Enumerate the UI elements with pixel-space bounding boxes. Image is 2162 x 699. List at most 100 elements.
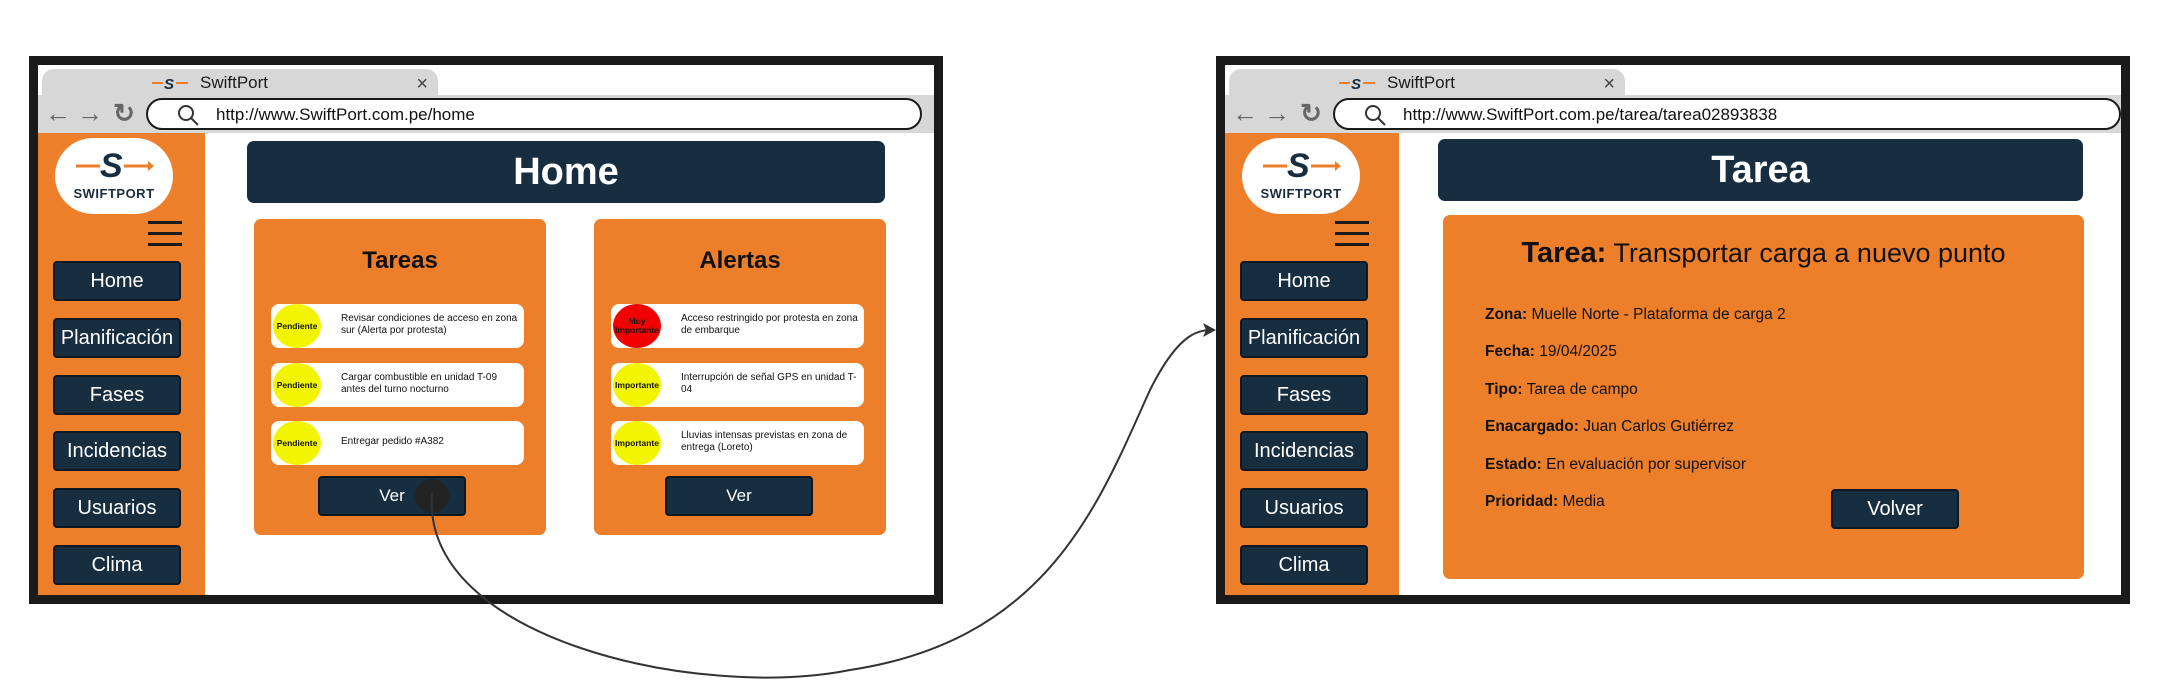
field-label: Fecha: bbox=[1485, 343, 1535, 360]
search-icon bbox=[1365, 105, 1386, 126]
field-label: Estado: bbox=[1485, 456, 1542, 473]
browser-tab[interactable]: S SwiftPort × bbox=[42, 69, 438, 97]
list-item[interactable]: Muy Importante Acceso restringido por pr… bbox=[611, 304, 864, 348]
hamburger-menu-icon[interactable] bbox=[148, 221, 182, 247]
status-badge: Pendiente bbox=[273, 363, 321, 407]
item-text: Interrupción de señal GPS en unidad T-04 bbox=[681, 372, 857, 395]
browser-window-tarea: S SwiftPort × ← → ↻ http://www.SwiftPort… bbox=[1216, 56, 2130, 604]
field-value: 19/04/2025 bbox=[1539, 343, 1617, 360]
hamburger-menu-icon[interactable] bbox=[1335, 221, 1369, 247]
swiftport-logo-icon: S bbox=[1263, 147, 1341, 182]
tarea-detail-card: Tarea: Transportar carga a nuevo punto Z… bbox=[1443, 215, 2084, 579]
close-icon[interactable]: × bbox=[416, 73, 428, 96]
sidebar-item-incidencias[interactable]: Incidencias bbox=[1240, 431, 1368, 471]
sidebar-item-clima[interactable]: Clima bbox=[53, 545, 181, 585]
field-value: Media bbox=[1562, 493, 1605, 510]
detail-title-label: Tarea: bbox=[1521, 237, 1607, 269]
swiftport-logo[interactable]: S SWIFTPORT bbox=[1242, 138, 1360, 214]
list-item[interactable]: Pendiente Revisar condiciones de acceso … bbox=[271, 304, 524, 348]
browser-toolbar: ← → ↻ http://www.SwiftPort.com.pe/home bbox=[38, 95, 934, 133]
status-badge: Muy Importante bbox=[613, 304, 661, 348]
field-value: En evaluación por supervisor bbox=[1546, 456, 1747, 473]
click-indicator bbox=[415, 479, 449, 513]
field-value: Muelle Norte - Plataforma de carga 2 bbox=[1531, 306, 1786, 323]
status-badge: Importante bbox=[613, 421, 661, 465]
field-tipo: Tipo: Tarea de campo bbox=[1485, 381, 1638, 399]
field-encargado: Enacargado: Juan Carlos Gutiérrez bbox=[1485, 418, 1734, 436]
swiftport-logo[interactable]: S SWIFTPORT bbox=[55, 138, 173, 214]
field-label: Zona: bbox=[1485, 306, 1528, 323]
field-estado: Estado: En evaluación por supervisor bbox=[1485, 456, 1746, 474]
forward-arrow-icon[interactable]: → bbox=[1263, 99, 1291, 127]
list-item[interactable]: Pendiente Cargar combustible en unidad T… bbox=[271, 363, 524, 407]
alertas-ver-button[interactable]: Ver bbox=[665, 476, 813, 516]
field-value: Juan Carlos Gutiérrez bbox=[1583, 418, 1734, 435]
search-icon bbox=[178, 105, 199, 126]
status-badge: Pendiente bbox=[273, 304, 321, 348]
volver-button[interactable]: Volver bbox=[1831, 489, 1959, 529]
field-value: Tarea de campo bbox=[1526, 381, 1638, 398]
list-item[interactable]: Importante Interrupción de señal GPS en … bbox=[611, 363, 864, 407]
tab-title: SwiftPort bbox=[1387, 73, 1456, 92]
sidebar: S SWIFTPORT Home Planificación Fases Inc… bbox=[38, 133, 205, 595]
sidebar-item-home[interactable]: Home bbox=[53, 261, 181, 301]
item-text: Lluvias intensas previstas en zona de en… bbox=[681, 430, 848, 453]
forward-arrow-icon[interactable]: → bbox=[76, 99, 104, 127]
sidebar-item-usuarios[interactable]: Usuarios bbox=[1240, 488, 1368, 528]
swiftport-tab-logo-icon: S bbox=[152, 76, 188, 91]
svg-text:S: S bbox=[164, 76, 174, 91]
sidebar-item-home[interactable]: Home bbox=[1240, 261, 1368, 301]
sidebar-item-clima[interactable]: Clima bbox=[1240, 545, 1368, 585]
alertas-title: Alertas bbox=[699, 247, 781, 274]
logo-text: SWIFTPORT bbox=[1260, 186, 1342, 201]
status-badge: Importante bbox=[613, 363, 661, 407]
item-text: Acceso restringido por protesta en zona … bbox=[681, 313, 858, 336]
sidebar-item-planificacion[interactable]: Planificación bbox=[53, 318, 181, 358]
address-bar[interactable]: http://www.SwiftPort.com.pe/home bbox=[146, 98, 922, 130]
browser-window-home: S SwiftPort × ← → ↻ http://www.SwiftPort… bbox=[29, 56, 943, 604]
svg-text:S: S bbox=[100, 147, 123, 182]
page-title: Home bbox=[247, 141, 885, 203]
browser-toolbar: ← → ↻ http://www.SwiftPort.com.pe/tarea/… bbox=[1225, 95, 2121, 133]
sidebar: S SWIFTPORT Home Planificación Fases Inc… bbox=[1225, 133, 1399, 595]
svg-text:S: S bbox=[1287, 147, 1310, 182]
sidebar-item-incidencias[interactable]: Incidencias bbox=[53, 431, 181, 471]
item-text: Revisar condiciones de acceso en zona su… bbox=[341, 313, 518, 336]
sidebar-item-usuarios[interactable]: Usuarios bbox=[53, 488, 181, 528]
swiftport-logo-icon: S bbox=[76, 147, 154, 182]
tab-title: SwiftPort bbox=[200, 73, 269, 92]
item-text: Entregar pedido #A382 bbox=[341, 436, 444, 447]
tab-bar: S SwiftPort × bbox=[38, 65, 934, 97]
item-text: Cargar combustible en unidad T-09 antes … bbox=[341, 372, 498, 395]
status-badge: Pendiente bbox=[273, 421, 321, 465]
address-bar[interactable]: http://www.SwiftPort.com.pe/tarea/tarea0… bbox=[1333, 98, 2121, 130]
browser-tab[interactable]: S SwiftPort × bbox=[1229, 69, 1625, 97]
sidebar-item-fases[interactable]: Fases bbox=[1240, 375, 1368, 415]
tareas-card: Tareas Pendiente Revisar condiciones de … bbox=[254, 219, 546, 535]
url-text: http://www.SwiftPort.com.pe/tarea/tarea0… bbox=[1403, 105, 1778, 124]
list-item[interactable]: Importante Lluvias intensas previstas en… bbox=[611, 421, 864, 465]
page-title: Tarea bbox=[1438, 139, 2083, 201]
svg-text:S: S bbox=[1351, 76, 1361, 91]
close-icon[interactable]: × bbox=[1603, 73, 1615, 96]
sidebar-item-fases[interactable]: Fases bbox=[53, 375, 181, 415]
detail-title-value: Transportar carga a nuevo punto bbox=[1613, 238, 2006, 268]
logo-text: SWIFTPORT bbox=[73, 186, 155, 201]
swiftport-tab-logo-icon: S bbox=[1339, 76, 1375, 91]
back-arrow-icon[interactable]: ← bbox=[1231, 99, 1259, 127]
reload-icon[interactable]: ↻ bbox=[1297, 99, 1325, 127]
field-label: Enacargado: bbox=[1485, 418, 1579, 435]
list-item[interactable]: Pendiente Entregar pedido #A382 bbox=[271, 421, 524, 465]
field-label: Prioridad: bbox=[1485, 493, 1559, 510]
sidebar-item-planificacion[interactable]: Planificación bbox=[1240, 318, 1368, 358]
field-prioridad: Prioridad: Media bbox=[1485, 493, 1605, 511]
reload-icon[interactable]: ↻ bbox=[110, 99, 138, 127]
url-text: http://www.SwiftPort.com.pe/home bbox=[216, 105, 475, 124]
tab-bar: S SwiftPort × bbox=[1225, 65, 2121, 97]
back-arrow-icon[interactable]: ← bbox=[44, 99, 72, 127]
detail-title: Tarea: Transportar carga a nuevo punto bbox=[1443, 237, 2084, 270]
alertas-card: Alertas Muy Importante Acceso restringid… bbox=[594, 219, 886, 535]
field-label: Tipo: bbox=[1485, 381, 1523, 398]
tareas-title: Tareas bbox=[362, 247, 438, 274]
field-zona: Zona: Muelle Norte - Plataforma de carga… bbox=[1485, 306, 1786, 324]
